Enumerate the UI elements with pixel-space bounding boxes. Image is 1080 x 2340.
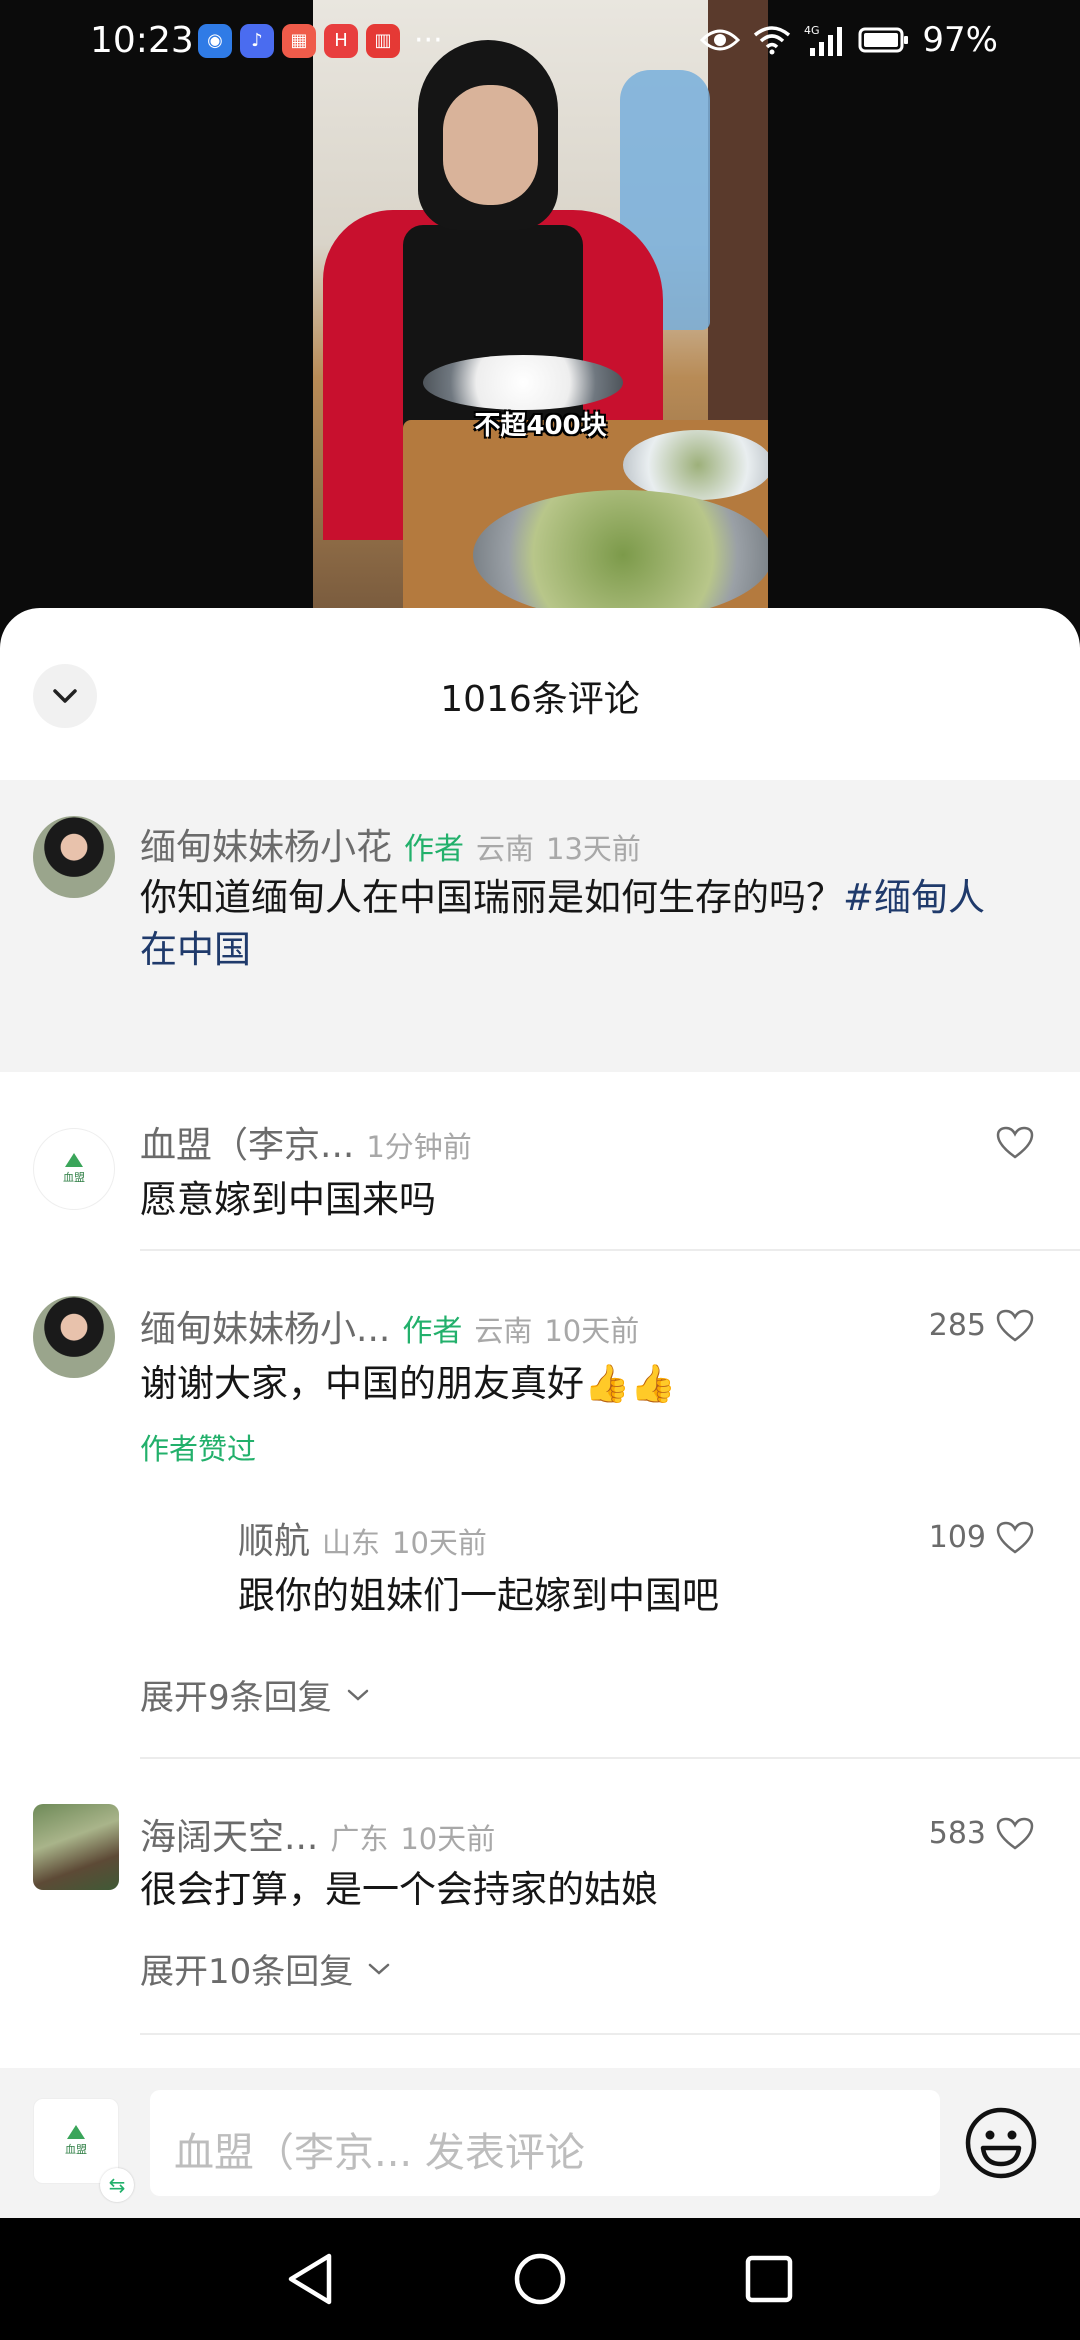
expand-replies-button[interactable]: 展开10条回复 bbox=[140, 1944, 391, 1993]
username[interactable]: 海阔天空... bbox=[140, 1808, 318, 1860]
like-button[interactable] bbox=[996, 1126, 1034, 1160]
like-button[interactable]: 109 bbox=[929, 1520, 1034, 1555]
video-caption: 不超400块 bbox=[474, 411, 607, 441]
username[interactable]: 缅甸妹妹杨小... bbox=[140, 1300, 390, 1352]
expand-replies-label: 展开9条回复 bbox=[140, 1678, 332, 1718]
battery-percent: 97% bbox=[922, 20, 998, 60]
username[interactable]: 缅甸妹妹杨小花 bbox=[140, 818, 392, 870]
like-count: 109 bbox=[928, 1520, 986, 1555]
comment-input-bar: 血盟 ⇆ 血盟（李京... 发表评论 bbox=[0, 2068, 1080, 2218]
avatar[interactable] bbox=[33, 1804, 119, 1890]
eye-icon bbox=[700, 29, 741, 51]
hashtag-link[interactable]: #缅甸人 bbox=[843, 876, 985, 919]
notification-icons: ◉ ♪ ▦ H ▥ ··· bbox=[198, 24, 443, 58]
navigation-bar bbox=[0, 2218, 1080, 2340]
avatar[interactable] bbox=[33, 816, 115, 898]
logo-text: 血盟 bbox=[65, 2143, 87, 2156]
reader-icon: ▥ bbox=[366, 24, 400, 58]
like-count: 285 bbox=[928, 1308, 986, 1343]
location: 云南 bbox=[476, 832, 535, 866]
recent-apps-icon[interactable] bbox=[744, 2254, 794, 2304]
logo-tree-icon bbox=[65, 1153, 83, 1167]
comment-sheet: 1016条评论 缅甸妹妹杨小花 作者 云南 13天前 你知道缅甸人在中国瑞丽是如… bbox=[0, 608, 1080, 2218]
location: 云南 bbox=[474, 1314, 533, 1348]
chevron-down-icon bbox=[347, 1689, 368, 1701]
smiley-icon bbox=[965, 2107, 1037, 2179]
divider bbox=[140, 2033, 1080, 2035]
reply-text: 跟你的姐妹们一起嫁到中国吧 bbox=[238, 1574, 719, 1617]
timestamp: 1分钟前 bbox=[366, 1130, 472, 1164]
divider bbox=[140, 1249, 1080, 1251]
comment-text: 谢谢大家，中国的朋友真好👍👍 bbox=[140, 1362, 677, 1405]
chevron-down-icon bbox=[369, 1963, 390, 1975]
author-badge: 作者 bbox=[404, 832, 465, 867]
back-icon[interactable] bbox=[285, 2252, 335, 2306]
timestamp: 10天前 bbox=[400, 1822, 496, 1856]
location: 山东 bbox=[322, 1526, 381, 1560]
heart-icon bbox=[996, 1817, 1034, 1850]
comment-text: 很会打算，是一个会持家的姑娘 bbox=[140, 1868, 658, 1911]
expand-replies-button[interactable]: 展开9条回复 bbox=[140, 1670, 370, 1719]
comment-count-title: 1016条评论 bbox=[440, 679, 640, 720]
author-badge: 作者 bbox=[402, 1314, 463, 1349]
logo-text: 血盟 bbox=[63, 1171, 85, 1184]
screen: 不超400块 10:23 ◉ ♪ ▦ H ▥ ··· 4G 97% 1016条评… bbox=[0, 0, 1080, 2340]
avatar[interactable]: 血盟 bbox=[33, 1128, 115, 1210]
expand-replies-label: 展开10条回复 bbox=[140, 1952, 354, 1992]
divider bbox=[140, 1757, 1080, 1759]
video-frame[interactable]: 不超400块 bbox=[313, 0, 768, 610]
store-icon: ▦ bbox=[282, 24, 316, 58]
status-bar: 10:23 ◉ ♪ ▦ H ▥ ··· 4G 97% bbox=[0, 0, 1080, 84]
comment-input[interactable]: 血盟（李京... 发表评论 bbox=[150, 2090, 940, 2196]
reply-meta: 顺航 山东 10天前 bbox=[238, 1512, 487, 1564]
comment-meta: 缅甸妹妹杨小... 作者 云南 10天前 bbox=[140, 1300, 639, 1352]
comment-text: 愿意嫁到中国来吗 bbox=[140, 1178, 436, 1221]
pinned-text: 你知道缅甸人在中国瑞丽是如何生存的吗？#缅甸人 在中国 bbox=[140, 872, 1060, 976]
emoji-button[interactable] bbox=[964, 2106, 1038, 2184]
like-count: 583 bbox=[928, 1816, 986, 1851]
battery-icon bbox=[858, 27, 909, 53]
pinned-meta: 缅甸妹妹杨小花 作者 云南 13天前 bbox=[140, 818, 641, 870]
heart-icon bbox=[996, 1309, 1034, 1342]
more-notifications-icon: ··· bbox=[414, 23, 443, 58]
comment-meta: 海阔天空... 广东 10天前 bbox=[140, 1808, 495, 1860]
vegetable-bowl bbox=[473, 490, 768, 610]
avatar[interactable] bbox=[33, 1296, 115, 1378]
svg-text:4G: 4G bbox=[804, 24, 820, 37]
wifi-icon bbox=[754, 26, 791, 55]
sheet-header: 1016条评论 bbox=[0, 608, 1080, 780]
comment-meta: 血盟（李京... 1分钟前 bbox=[140, 1116, 472, 1168]
browser-icon: ◉ bbox=[198, 24, 232, 58]
author-liked-badge: 作者赞过 bbox=[140, 1432, 257, 1466]
heart-icon bbox=[996, 1126, 1034, 1159]
timestamp: 10天前 bbox=[544, 1314, 640, 1348]
timestamp: 10天前 bbox=[392, 1526, 487, 1560]
hashtag-link-cont[interactable]: 在中国 bbox=[140, 928, 251, 971]
video-player[interactable]: 不超400块 bbox=[0, 0, 1080, 640]
username[interactable]: 血盟（李京... bbox=[140, 1116, 354, 1168]
music-icon: ♪ bbox=[240, 24, 274, 58]
person-face bbox=[443, 85, 538, 205]
like-button[interactable]: 285 bbox=[929, 1308, 1034, 1343]
heart-icon bbox=[996, 1521, 1034, 1554]
home-icon[interactable] bbox=[513, 2252, 567, 2306]
username[interactable]: 顺航 bbox=[238, 1512, 310, 1564]
rice-plate bbox=[423, 355, 623, 410]
logo-tree-icon bbox=[67, 2125, 85, 2139]
pinned-post: 缅甸妹妹杨小花 作者 云南 13天前 你知道缅甸人在中国瑞丽是如何生存的吗？#缅… bbox=[0, 780, 1080, 1072]
switch-account-icon[interactable]: ⇆ bbox=[100, 2168, 134, 2202]
location: 广东 bbox=[330, 1822, 389, 1856]
status-right: 4G 97% bbox=[700, 20, 998, 60]
huawei-icon: H bbox=[324, 24, 358, 58]
like-button[interactable]: 583 bbox=[929, 1816, 1034, 1851]
pinned-text-body: 你知道缅甸人在中国瑞丽是如何生存的吗？ bbox=[140, 876, 843, 919]
timestamp: 13天前 bbox=[546, 832, 641, 866]
signal-icon: 4G bbox=[804, 24, 843, 56]
status-time: 10:23 bbox=[90, 20, 194, 61]
